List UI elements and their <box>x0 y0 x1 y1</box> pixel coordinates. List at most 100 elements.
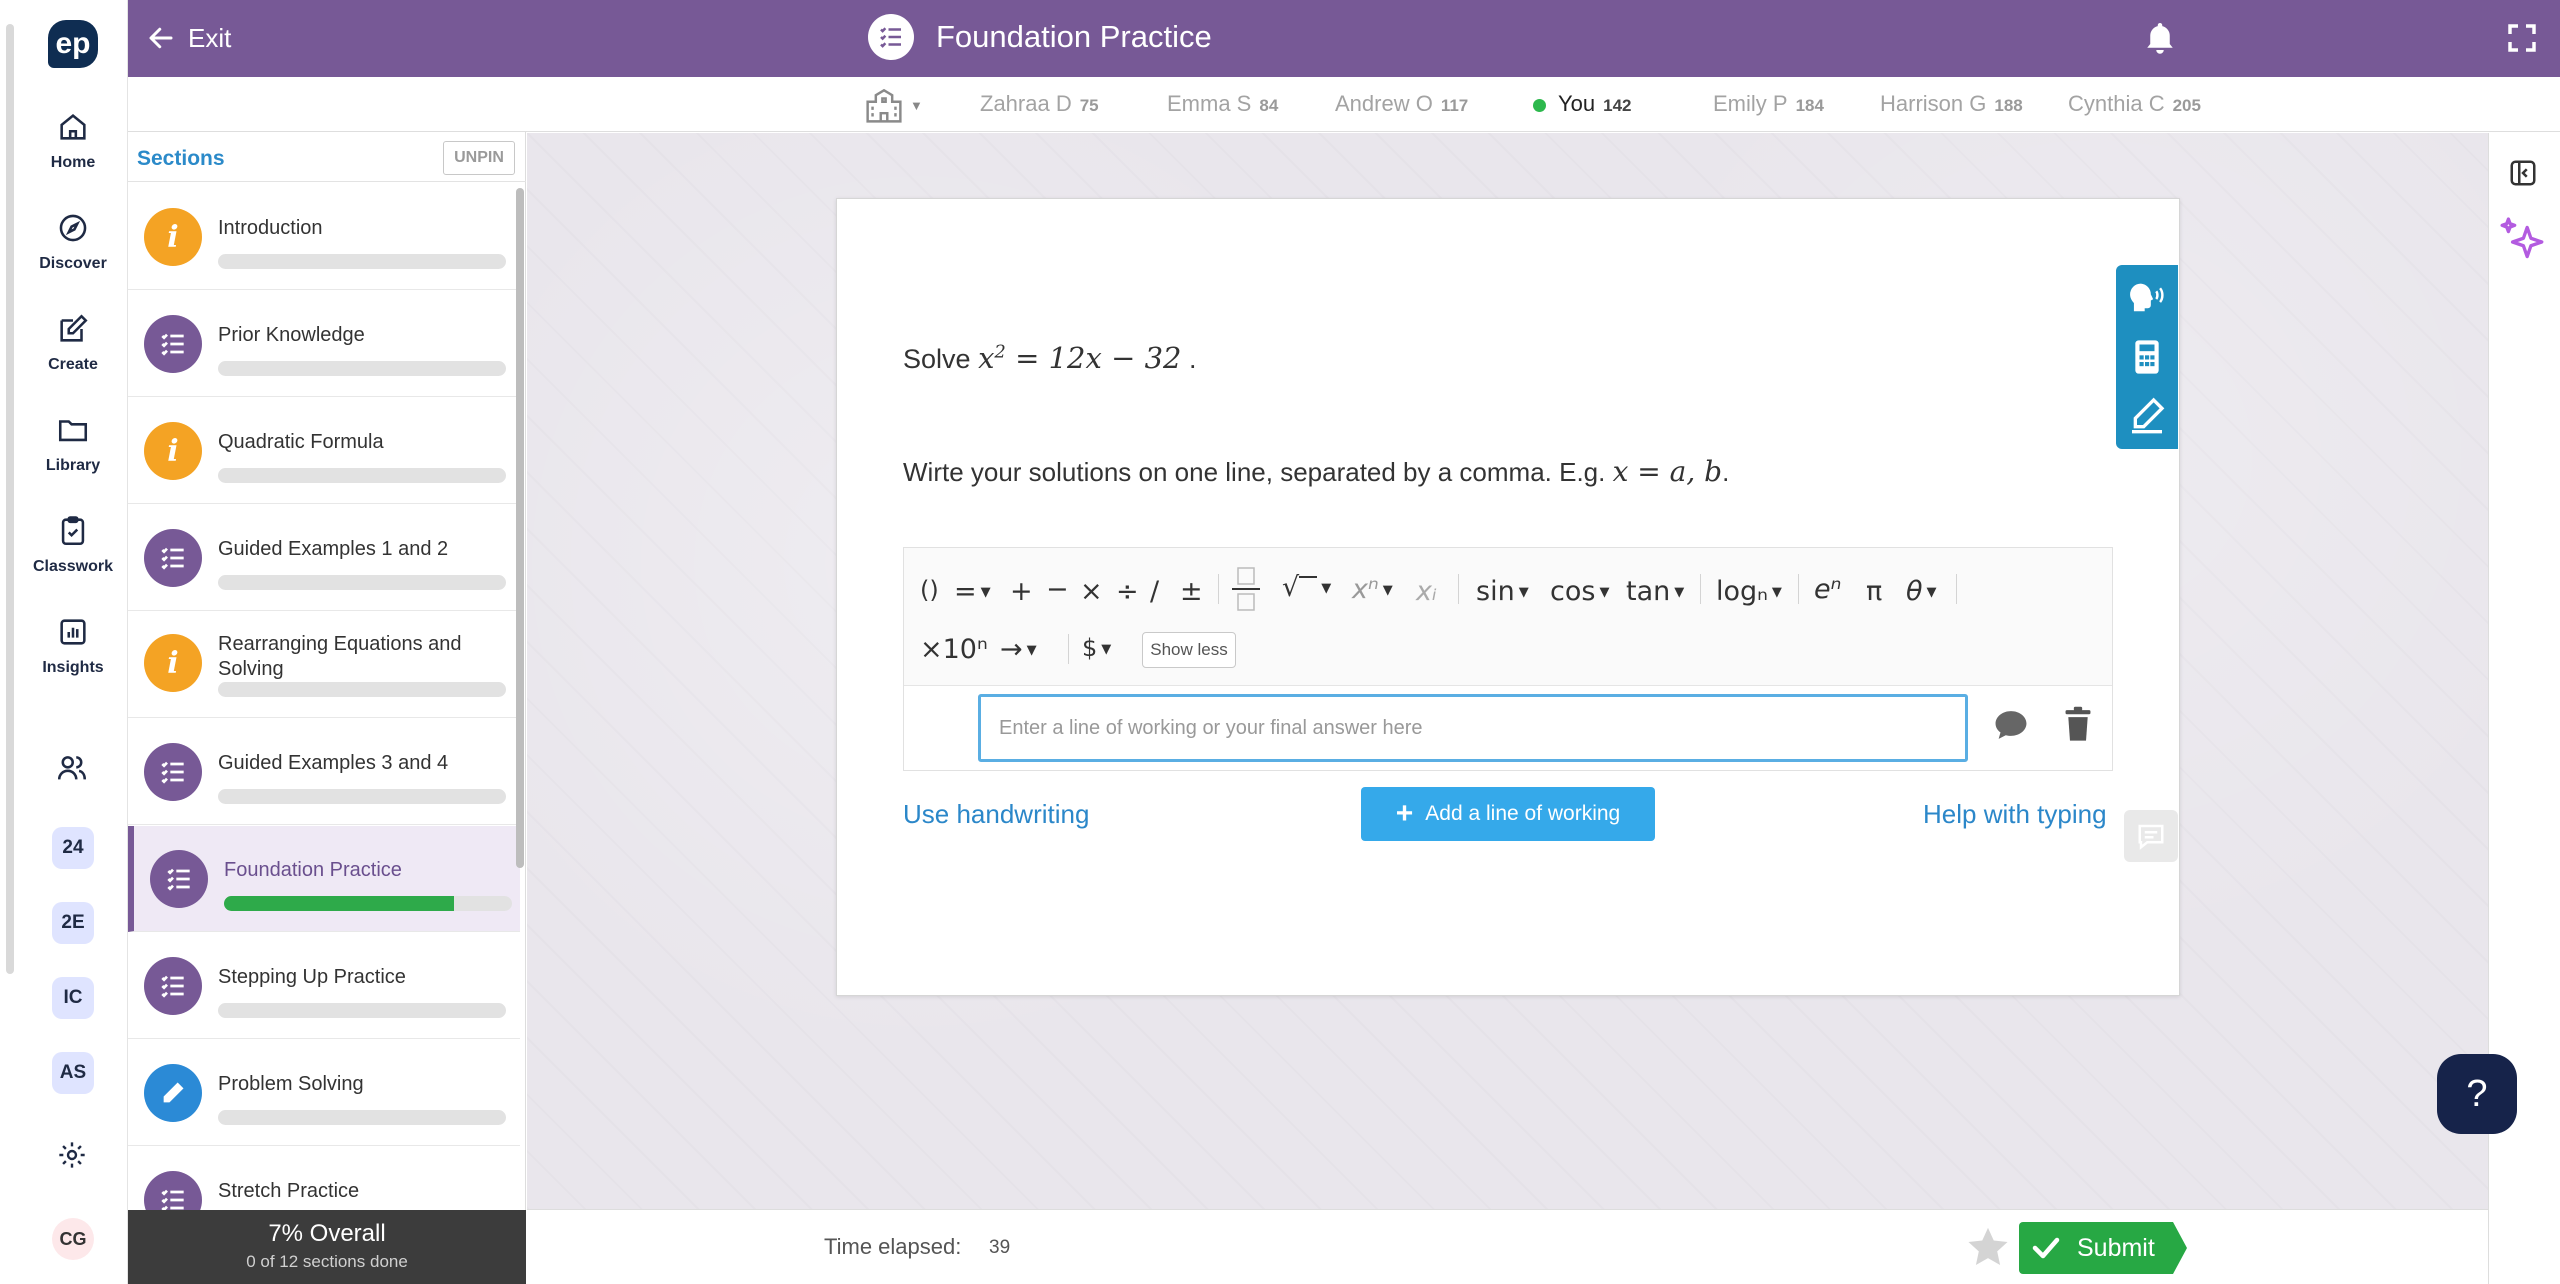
exp-button[interactable]: eⁿ <box>1814 574 1841 605</box>
unpin-button[interactable]: UNPIN <box>443 141 515 175</box>
chevron-down-icon: ▼ <box>1674 585 1685 600</box>
sqrt-dropdown[interactable]: √ ▼ <box>1282 572 1331 603</box>
equals-dropdown[interactable]: = ▼ <box>954 576 991 607</box>
nav-discover[interactable]: Discover <box>30 211 116 291</box>
section-label: Guided Examples 1 and 2 <box>218 538 449 560</box>
fullscreen-icon[interactable] <box>2506 22 2538 54</box>
help-button[interactable]: ? <box>2437 1054 2517 1134</box>
chevron-down-icon: ▼ <box>1771 585 1782 600</box>
pencil-icon <box>144 1064 202 1122</box>
plus-button[interactable]: + <box>1010 576 1033 607</box>
parentheses-button[interactable]: () <box>920 576 939 604</box>
toolbar-divider <box>1458 574 1459 604</box>
comment-icon[interactable] <box>1992 708 2030 742</box>
nav-scrollbar[interactable] <box>6 24 14 974</box>
overall-progress: 7% Overall 0 of 12 sections done <box>128 1210 526 1284</box>
section-progress-bar <box>218 361 506 376</box>
player-name: Zahraa D <box>980 91 1072 116</box>
show-less-button[interactable]: Show less <box>1142 632 1236 668</box>
player-score: 75 <box>1079 96 1099 115</box>
add-line-button[interactable]: + Add a line of working <box>1361 787 1655 841</box>
power-dropdown[interactable]: xⁿ ▼ <box>1352 574 1393 605</box>
toolbar-divider <box>1956 574 1957 604</box>
subscript-button[interactable]: xᵢ <box>1416 576 1437 607</box>
nav-classwork[interactable]: Classwork <box>30 514 116 594</box>
bell-icon[interactable] <box>2142 18 2178 58</box>
plus-minus-button[interactable]: ± <box>1180 576 1203 607</box>
times-button[interactable]: × <box>1080 576 1103 607</box>
time-elapsed-label: Time elapsed: <box>824 1234 962 1259</box>
title-area: Foundation Practice <box>868 14 1212 60</box>
leaderboard-entry: Zahraa D 75 <box>980 91 1099 117</box>
section-item[interactable]: Prior Knowledge <box>128 291 520 397</box>
nav-people[interactable] <box>52 748 92 788</box>
instructions-example: x = a, b <box>1612 455 1723 488</box>
player-score: 117 <box>1440 96 1469 115</box>
section-item[interactable]: Guided Examples 1 and 2 <box>128 505 520 611</box>
divide-button[interactable]: ÷ <box>1116 576 1139 607</box>
nav-settings[interactable] <box>52 1135 92 1175</box>
chevron-down-icon: ▼ <box>1518 585 1529 600</box>
school-selector[interactable]: ▼ <box>864 85 930 125</box>
speak-icon[interactable] <box>2127 279 2167 319</box>
math-editor: () = ▼ + − × ÷ / ± √ ▼ xⁿ ▼ xᵢ sin ▼ cos ▼ ta… <box>903 547 2113 771</box>
trash-icon[interactable] <box>2064 706 2092 742</box>
section-item[interactable]: Problem Solving <box>128 1040 520 1146</box>
class-badge[interactable]: 2E <box>52 902 94 944</box>
section-item[interactable]: Guided Examples 3 and 4 <box>128 719 520 825</box>
sin-label: sin <box>1476 576 1515 607</box>
fraction-button[interactable] <box>1230 564 1262 614</box>
checklist-icon <box>150 850 208 908</box>
section-item[interactable]: i Rearranging Equations and Solving <box>128 612 520 718</box>
arrow-dropdown[interactable]: → ▼ <box>1000 634 1037 665</box>
section-item[interactable]: i Quadratic Formula <box>128 398 520 504</box>
nav-library[interactable]: Library <box>30 413 116 493</box>
equals-label: = <box>954 576 977 607</box>
theta-dropdown[interactable]: θ ▼ <box>1906 576 1937 607</box>
nav-create[interactable]: Create <box>30 312 116 392</box>
answer-input[interactable] <box>978 694 1968 762</box>
minus-button[interactable]: − <box>1046 574 1069 605</box>
edit-icon <box>60 314 88 342</box>
cos-dropdown[interactable]: cos ▼ <box>1550 576 1609 607</box>
avatar[interactable]: CG <box>52 1218 94 1260</box>
use-handwriting-link[interactable]: Use handwriting <box>903 799 1089 830</box>
leaderboard-entry: Emily P 184 <box>1713 91 1824 117</box>
time-elapsed-value: 39 <box>989 1237 1011 1258</box>
chevron-down-icon: ▼ <box>1926 585 1937 600</box>
log-dropdown[interactable]: logₙ ▼ <box>1716 576 1782 607</box>
section-progress-bar <box>218 254 506 269</box>
nav-home[interactable]: Home <box>30 110 116 190</box>
toolbar-divider <box>1218 574 1219 604</box>
slash-button[interactable]: / <box>1150 576 1159 607</box>
exit-button[interactable]: Exit <box>146 18 231 58</box>
ep-logo[interactable]: ep <box>48 20 98 68</box>
currency-dropdown[interactable]: $ ▼ <box>1082 634 1111 662</box>
leaderboard-entry: Emma S 84 <box>1167 91 1278 117</box>
pen-icon[interactable] <box>2127 395 2167 435</box>
page-title: Foundation Practice <box>936 19 1212 54</box>
question-text: Solve x2 = 12x − 32 . <box>903 341 1197 375</box>
sections-scrollbar[interactable] <box>516 188 524 868</box>
help-typing-link[interactable]: Help with typing <box>1923 799 2107 830</box>
currency-label: $ <box>1082 634 1098 662</box>
class-badge[interactable]: 24 <box>52 827 94 869</box>
tan-dropdown[interactable]: tan ▼ <box>1626 576 1684 607</box>
pi-button[interactable]: π <box>1866 576 1882 607</box>
class-badge[interactable]: IC <box>52 977 94 1019</box>
nav-insights[interactable]: Insights <box>30 615 116 695</box>
submit-button[interactable]: Submit <box>2019 1222 2187 1274</box>
section-item[interactable]: i Introduction <box>128 184 520 290</box>
sin-dropdown[interactable]: sin ▼ <box>1476 576 1529 607</box>
class-badge[interactable]: AS <box>52 1052 94 1094</box>
star-icon[interactable] <box>1965 1224 2011 1270</box>
clipboard-icon <box>61 516 85 546</box>
sparkle-icon[interactable] <box>2498 214 2548 270</box>
feedback-button[interactable] <box>2124 810 2178 862</box>
section-item[interactable]: Foundation Practice <box>128 826 520 932</box>
section-item[interactable]: Stepping Up Practice <box>128 933 520 1039</box>
equation-lhs: x <box>978 341 995 375</box>
sidebar-toggle-icon[interactable] <box>2508 158 2538 188</box>
sci-notation-button[interactable]: ×10ⁿ <box>920 634 988 665</box>
calculator-icon[interactable] <box>2127 337 2167 377</box>
